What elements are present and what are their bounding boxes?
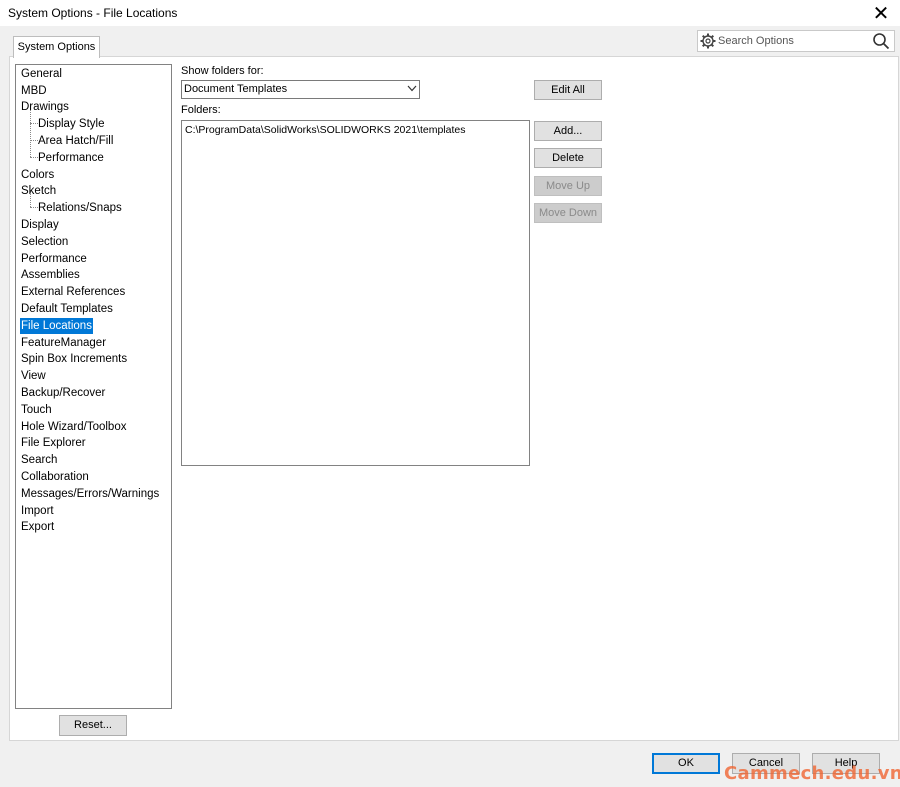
- tree-item-colors[interactable]: Colors: [20, 167, 55, 183]
- tree-item-display-style[interactable]: Display Style: [37, 116, 105, 132]
- tree-item-performance[interactable]: Performance: [20, 251, 88, 267]
- chevron-down-icon[interactable]: [407, 85, 417, 92]
- tree-item-default-templates[interactable]: Default Templates: [20, 301, 114, 317]
- tree-item-collaboration[interactable]: Collaboration: [20, 469, 90, 485]
- folders-list[interactable]: [181, 120, 530, 466]
- watermark-logo: Cammech.edu.vn: [724, 763, 900, 784]
- tree-item-spin-box-increments[interactable]: Spin Box Increments: [20, 351, 128, 367]
- tree-item-touch[interactable]: Touch: [20, 402, 53, 418]
- move-up-button[interactable]: Move Up: [534, 176, 602, 196]
- ok-button[interactable]: OK: [652, 753, 720, 774]
- tab-system-options[interactable]: System Options: [13, 36, 100, 58]
- tree-item-assemblies[interactable]: Assemblies: [20, 267, 81, 283]
- gear-icon: [700, 33, 716, 49]
- tree-item-export[interactable]: Export: [20, 519, 55, 535]
- tree-item-file-explorer[interactable]: File Explorer: [20, 435, 87, 451]
- tree-item-hole-wizard-toolbox[interactable]: Hole Wizard/Toolbox: [20, 419, 127, 435]
- tree-item-featuremanager[interactable]: FeatureManager: [20, 335, 107, 351]
- tree-item-import[interactable]: Import: [20, 503, 55, 519]
- tree-item-drawings[interactable]: Drawings: [20, 99, 70, 115]
- tree-item-selection[interactable]: Selection: [20, 234, 69, 250]
- tree-item-external-references[interactable]: External References: [20, 284, 126, 300]
- show-folders-value[interactable]: Document Templates: [184, 83, 287, 95]
- tree-item-mbd[interactable]: MBD: [20, 83, 48, 99]
- tree-item-search[interactable]: Search: [20, 452, 58, 468]
- delete-button[interactable]: Delete: [534, 148, 602, 168]
- edit-all-button[interactable]: Edit All: [534, 80, 602, 100]
- tree-item-view[interactable]: View: [20, 368, 47, 384]
- tree-item-drawings-performance[interactable]: Performance: [37, 150, 105, 166]
- list-item[interactable]: C:\ProgramData\SolidWorks\SOLIDWORKS 202…: [185, 124, 466, 136]
- tree-item-sketch[interactable]: Sketch: [20, 183, 57, 199]
- folders-label: Folders:: [181, 104, 221, 116]
- tree-item-display[interactable]: Display: [20, 217, 60, 233]
- reset-button[interactable]: Reset...: [59, 715, 127, 736]
- close-icon[interactable]: ✕: [871, 1, 891, 26]
- window-title: System Options - File Locations: [8, 6, 178, 20]
- tree-item-messages-errors-warnings[interactable]: Messages/Errors/Warnings: [20, 486, 160, 502]
- options-tree: General MBD Drawings Display Style Area …: [15, 64, 172, 709]
- tree-item-relations-snaps[interactable]: Relations/Snaps: [37, 200, 123, 216]
- add-button[interactable]: Add...: [534, 121, 602, 141]
- show-folders-label: Show folders for:: [181, 65, 264, 77]
- tree-item-file-locations[interactable]: File Locations: [20, 318, 93, 334]
- tree-item-backup-recover[interactable]: Backup/Recover: [20, 385, 106, 401]
- tree-item-general[interactable]: General: [20, 66, 63, 82]
- search-input[interactable]: Search Options: [718, 35, 794, 47]
- tree-item-area-hatch-fill[interactable]: Area Hatch/Fill: [37, 133, 114, 149]
- search-icon[interactable]: [872, 32, 890, 50]
- move-down-button[interactable]: Move Down: [534, 203, 602, 223]
